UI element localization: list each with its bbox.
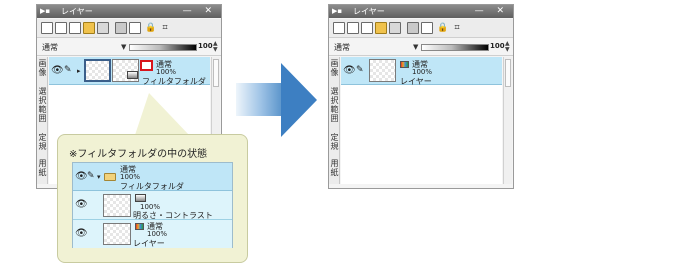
mask-icon[interactable] [129, 22, 141, 34]
new-folder-icon[interactable] [83, 22, 95, 34]
layer-opacity: 100% [156, 68, 177, 76]
eye-icon[interactable]: 👁 [51, 66, 64, 76]
eye-icon[interactable]: 👁 [75, 229, 88, 239]
opacity-value[interactable]: 100 [198, 42, 213, 50]
tab-ruler[interactable]: 定規 [38, 133, 47, 151]
delete-layer-icon[interactable] [97, 22, 109, 34]
filter-highlight-box [140, 60, 153, 71]
right-toolbar: 🔒 ⌗ [329, 19, 513, 38]
brightness-contrast-icon [135, 194, 146, 202]
clip-icon[interactable] [407, 22, 419, 34]
new-filter-icon[interactable] [55, 22, 67, 34]
panel-grip-icon[interactable]: ▶▪ [40, 5, 50, 18]
tab-ruler[interactable]: 定規 [330, 133, 339, 151]
new-folder-icon[interactable] [375, 22, 387, 34]
brightness-contrast-icon [127, 71, 138, 79]
layer-thumbnail [103, 223, 131, 245]
adjustment-thumbnail [103, 194, 131, 217]
callout-box: ※フィルタフォルダの中の状態 👁 ✎ ▾ 通常 100% フィルタフォルダ 👁 … [57, 134, 248, 263]
tab-selection[interactable]: 選択範囲 [330, 87, 339, 123]
blend-mode-select[interactable]: 通常 [334, 42, 350, 53]
pen-icon[interactable]: ✎ [87, 172, 95, 181]
chevron-down-icon[interactable]: ▼ [121, 43, 126, 51]
eye-icon[interactable]: 👁 [75, 172, 88, 182]
folder-contents-list: 👁 ✎ ▾ 通常 100% フィルタフォルダ 👁 100% 明るさ・コントラスト… [72, 162, 233, 248]
tab-image[interactable]: 画像 [38, 59, 47, 77]
mask-icon[interactable] [421, 22, 433, 34]
layer-opacity: 100% [412, 68, 433, 76]
lock-alpha-icon[interactable]: ⌗ [451, 22, 463, 34]
opacity-slider[interactable] [421, 44, 489, 51]
expand-arrow-icon[interactable]: ▸ [77, 67, 81, 75]
window-controls[interactable]: — ✕ [475, 5, 509, 18]
scroll-thumb[interactable] [505, 59, 511, 87]
tab-paper[interactable]: 用紙 [330, 159, 339, 177]
pen-icon[interactable]: ✎ [356, 66, 364, 75]
layer-name: フィルタフォルダ [142, 77, 206, 86]
layer-thumbnail [84, 59, 111, 82]
adjustment-row[interactable]: 👁 100% 明るさ・コントラスト [73, 191, 232, 220]
eye-icon[interactable]: 👁 [75, 200, 88, 210]
inner-layer-row[interactable]: 👁 通常 100% レイヤー [73, 220, 232, 248]
layer-row[interactable]: 👁 ✎ ▸ 通常 100% フィルタフォルダ [49, 57, 210, 86]
opacity-slider[interactable] [129, 44, 197, 51]
panel-grip-icon[interactable]: ▶▪ [332, 5, 342, 18]
layer-row[interactable]: 👁 ✎ 通常 100% レイヤー [341, 57, 502, 86]
tab-selection[interactable]: 選択範囲 [38, 87, 47, 123]
layer-name: レイヤー [400, 77, 432, 86]
new-layer-copy-icon[interactable] [361, 22, 373, 34]
right-scrollbar[interactable] [503, 57, 512, 184]
transition-arrow-body [236, 83, 281, 116]
new-layer-icon[interactable] [41, 22, 53, 34]
right-arrow-icon [281, 63, 317, 137]
left-side-tabs: 画像 選択範囲 定規 用紙 [37, 57, 48, 184]
opacity-spinner-icon[interactable]: ▲ ▼ [213, 41, 218, 53]
folder-icon [104, 173, 116, 181]
clip-icon[interactable] [115, 22, 127, 34]
callout-pointer [135, 93, 189, 135]
left-panel-title: レイヤー [61, 7, 93, 16]
right-layer-list: 👁 ✎ 通常 100% レイヤー [341, 57, 502, 184]
window-controls[interactable]: — ✕ [183, 5, 217, 18]
right-titlebar[interactable]: ▶▪ レイヤー — ✕ [329, 5, 513, 18]
left-toolbar: 🔒 ⌗ [37, 19, 221, 38]
tab-paper[interactable]: 用紙 [38, 159, 47, 177]
tab-image[interactable]: 画像 [330, 59, 339, 77]
delete-layer-icon[interactable] [389, 22, 401, 34]
collapse-arrow-icon[interactable]: ▾ [97, 173, 101, 181]
inner-layer-name: レイヤー [133, 239, 165, 248]
lock-alpha-icon[interactable]: ⌗ [159, 22, 171, 34]
lock-icon[interactable]: 🔒 [145, 22, 157, 34]
chevron-down-icon[interactable]: ▼ [413, 43, 418, 51]
right-blend-row: 通常 ▼ 100 ▲ ▼ [329, 39, 513, 56]
palette-icon [135, 223, 144, 230]
opacity-spinner-icon[interactable]: ▲ ▼ [505, 41, 510, 53]
left-blend-row: 通常 ▼ 100 ▲ ▼ [37, 39, 221, 56]
right-layer-panel: ▶▪ レイヤー — ✕ 🔒 ⌗ 通常 ▼ 100 ▲ ▼ 画像 選択範囲 定規 用… [328, 4, 514, 189]
folder-row[interactable]: 👁 ✎ ▾ 通常 100% フィルタフォルダ [73, 163, 232, 191]
eye-icon[interactable]: 👁 [343, 66, 356, 76]
inner-layer-opacity: 100% [147, 230, 168, 238]
opacity-value[interactable]: 100 [490, 42, 505, 50]
new-layer-copy-icon[interactable] [69, 22, 81, 34]
new-filter-icon[interactable] [347, 22, 359, 34]
right-side-tabs: 画像 選択範囲 定規 用紙 [329, 57, 340, 184]
left-titlebar[interactable]: ▶▪ レイヤー — ✕ [37, 5, 221, 18]
pen-icon[interactable]: ✎ [64, 66, 72, 75]
new-layer-icon[interactable] [333, 22, 345, 34]
callout-title: ※フィルタフォルダの中の状態 [69, 149, 208, 160]
lock-icon[interactable]: 🔒 [437, 22, 449, 34]
folder-opacity: 100% [120, 173, 141, 181]
blend-mode-select[interactable]: 通常 [42, 42, 58, 53]
scroll-thumb[interactable] [213, 59, 219, 87]
layer-thumbnail [369, 59, 396, 82]
palette-icon [400, 61, 409, 68]
right-panel-title: レイヤー [353, 7, 385, 16]
